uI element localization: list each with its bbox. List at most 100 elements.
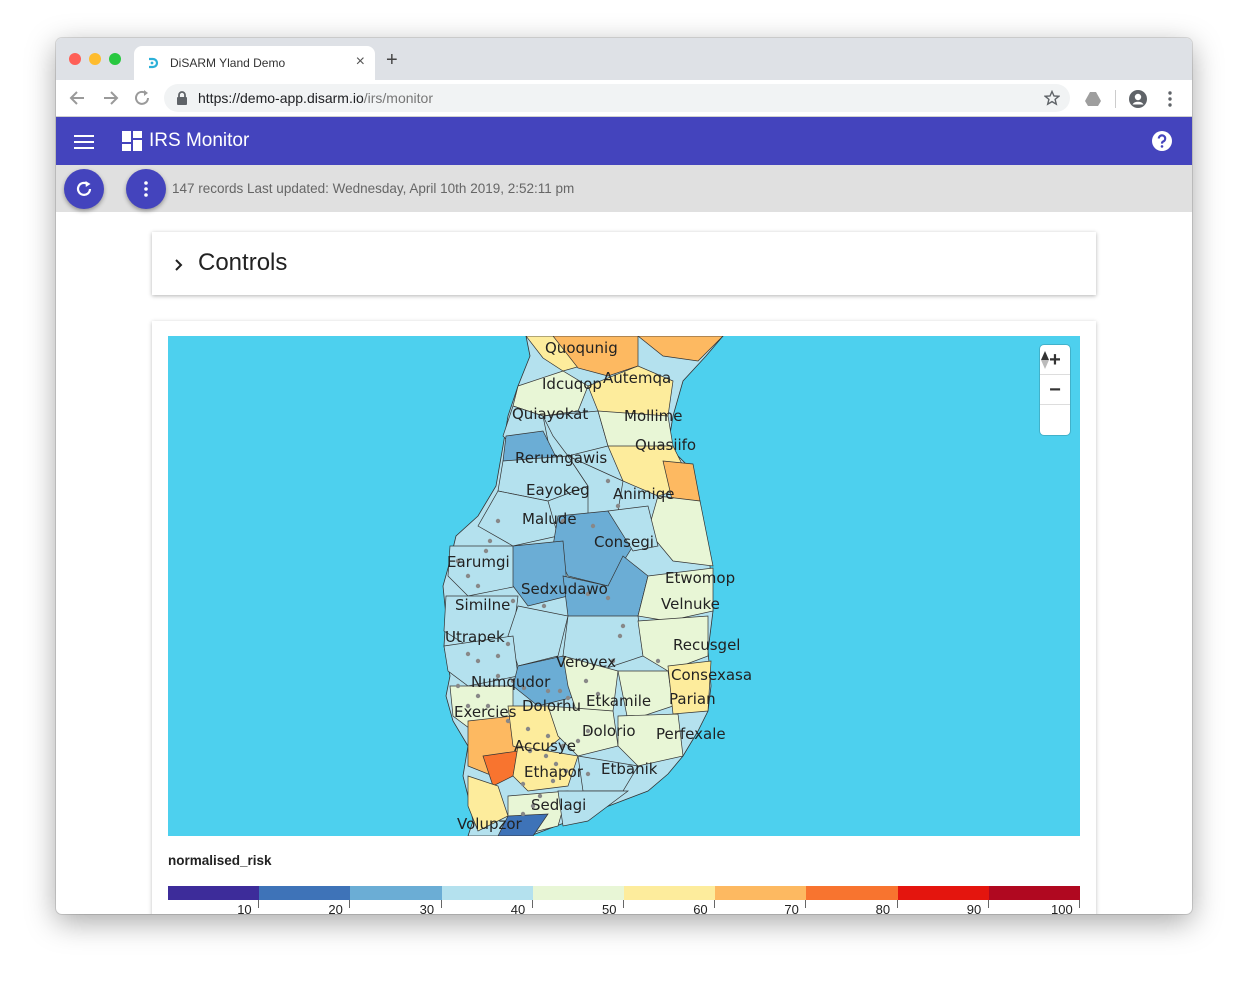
region-label: Mollime [624,407,682,425]
zoom-out-button[interactable]: − [1040,375,1070,405]
legend-swatch [168,886,260,900]
region-label: Quiayokat [512,405,588,423]
sample-point [520,781,526,787]
risk-map[interactable]: Quoqunig Idcuqop Autemqa Quiayokat Mollime Qu… [168,336,1080,836]
browser-menu-icon[interactable] [1167,90,1173,108]
disarm-favicon-icon [149,57,159,69]
legend-swatch [806,886,898,900]
region-label: Quoqunig [545,339,618,357]
region-label: Volupzor [457,815,523,833]
region-label: Consegi [594,533,654,551]
browser-tab[interactable]: DiSARM Yland Demo × [134,46,375,80]
drive-extension-icon[interactable] [1084,91,1102,107]
region-label: Etwomop [665,569,735,587]
legend-tick-label: 30 [419,902,435,914]
map-zoom-controls: + − [1040,345,1070,435]
new-tab-button[interactable]: + [386,50,398,70]
tab-title: DiSARM Yland Demo [170,56,286,70]
region-label: Sedxudawo [521,580,608,598]
hamburger-menu-icon[interactable] [74,134,94,150]
sample-point [495,653,501,659]
region-label: Etkamile [586,692,651,710]
sample-point [575,738,581,744]
compass-reset-button[interactable] [1040,351,1070,435]
more-vert-icon [144,181,148,197]
legend-tick-label: 10 [237,902,252,914]
compass-icon [1041,351,1049,369]
legend-swatch [532,886,625,900]
sample-point [590,523,596,529]
region-label: Perfexale [656,725,726,743]
sample-point [620,623,626,629]
legend-tick-mark [440,900,442,908]
minimize-window-button[interactable] [89,53,101,65]
region-label: Ethapor [524,763,584,781]
back-arrow-icon[interactable] [68,88,88,108]
sample-point [455,683,461,689]
controls-label: Controls [198,249,288,276]
region-label: Consexasa [671,666,752,684]
forward-arrow-icon[interactable] [100,88,120,108]
sample-point [557,688,563,694]
chevron-right-icon [175,259,183,271]
sample-point [525,726,531,732]
sample-point [487,538,493,544]
page-title: IRS Monitor [149,130,250,151]
legend-swatch [897,886,989,900]
region-label: Veroyex [556,653,616,671]
bookmark-star-icon[interactable] [1044,90,1060,106]
map-card: Quoqunig Idcuqop Autemqa Quiayokat Mollime Qu… [152,321,1096,914]
app-bar: IRS Monitor [56,117,1192,165]
refresh-button[interactable] [64,169,104,209]
region-label: Malude [522,510,577,528]
region-label: Exercies [454,703,517,721]
help-icon[interactable] [1151,130,1173,152]
lock-icon [177,91,187,105]
sample-point [541,603,547,609]
profile-avatar-icon[interactable] [1128,89,1148,109]
url-host: https://demo-app.disarm.io [198,90,364,106]
refresh-icon [76,181,92,196]
legend-swatch [715,886,807,900]
region-label: Sedlagi [531,796,586,814]
tab-strip: DiSARM Yland Demo × + [56,38,1192,80]
legend-tick-mark [1079,900,1080,908]
region-label: Accusye [514,737,576,755]
sample-point [605,478,611,484]
url-path: /irs/monitor [363,90,433,106]
region-label: Quasiifo [635,436,696,454]
legend-tick-mark [531,900,533,908]
tab-close-icon[interactable]: × [356,53,365,71]
sample-point [475,658,481,664]
maximize-window-button[interactable] [109,53,121,65]
url-text: https://demo-app.disarm.io/irs/monitor [198,90,433,106]
region-label: Recusgel [673,636,740,654]
region-label: Eayokeg [526,481,590,499]
legend-tick-mark [623,900,624,908]
more-options-button[interactable] [126,169,166,209]
close-window-button[interactable] [69,53,81,65]
legend-tick-label: 40 [510,902,526,914]
legend-tick-label: 70 [784,902,799,914]
dashboard-icon [122,131,142,151]
status-bar: 147 records Last updated: Wednesday, Apr… [56,165,1192,212]
sample-point [465,651,471,657]
controls-panel[interactable]: Controls [152,232,1096,295]
sample-point [585,771,591,777]
legend-tick-mark [349,900,351,908]
legend-swatch [624,886,716,900]
legend-swatch [441,886,533,900]
browser-toolbar: https://demo-app.disarm.io/irs/monitor [56,80,1192,117]
address-bar[interactable]: https://demo-app.disarm.io/irs/monitor [164,84,1070,112]
legend-tick-mark [987,900,989,908]
reload-icon[interactable] [132,88,152,108]
legend-color-bar [168,886,1081,900]
region-label: Idcuqop [542,375,602,393]
legend-tick-mark [805,900,807,908]
sample-point [615,503,621,509]
legend-tick-label: 20 [328,902,343,914]
browser-window: DiSARM Yland Demo × + https://demo-app.d… [56,38,1192,914]
legend-tick-mark [258,900,260,908]
legend-ticks: 10 20 30 40 50 60 70 80 90 100 [168,900,1080,914]
legend-tick-label: 100 [1051,902,1073,914]
